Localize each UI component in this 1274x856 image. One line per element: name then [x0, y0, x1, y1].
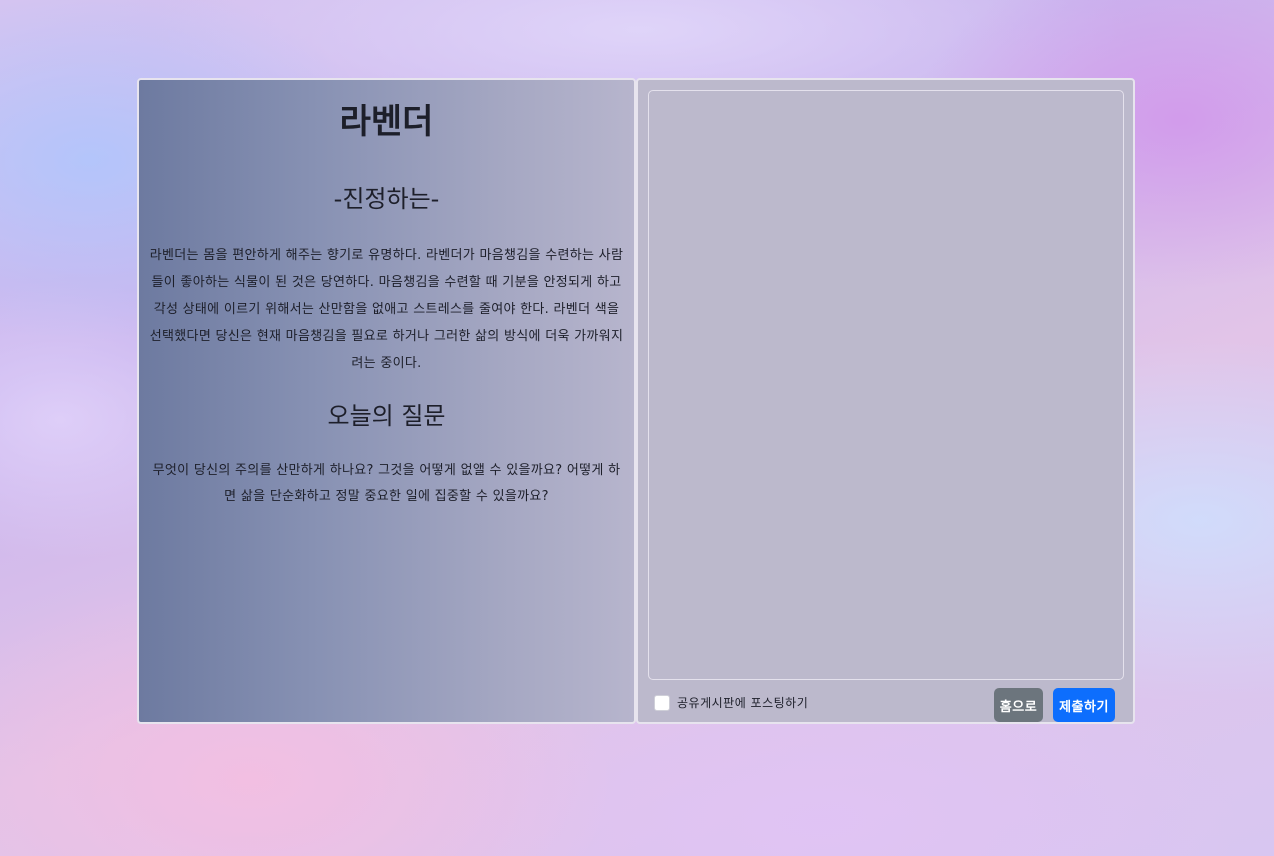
question-text: 무엇이 당신의 주의를 산만하게 하나요? 그것을 어떻게 없앨 수 있을까요?…	[152, 463, 621, 504]
color-subtitle: -진정하는-	[333, 185, 440, 213]
home-button[interactable]: 홈으로	[994, 688, 1043, 722]
color-title: 라벤더	[339, 102, 434, 142]
answer-form: 공유게시판에 포스팅하기 홈으로 제출하기	[636, 78, 1135, 724]
question-heading: 오늘의 질문	[327, 402, 446, 430]
share-checkbox[interactable]	[654, 694, 670, 711]
share-option[interactable]: 공유게시판에 포스팅하기	[654, 694, 808, 711]
share-label: 공유게시판에 포스팅하기	[677, 696, 809, 710]
page-background: { "card": { "title": "라벤더", "subtitle": …	[0, 0, 1274, 856]
answer-textarea[interactable]	[648, 90, 1124, 680]
submit-button[interactable]: 제출하기	[1053, 688, 1115, 722]
color-info-card: 라벤더 -진정하는- 라벤더는 몸을 편안하게 해주는 향기로 유명하다. 라벤…	[137, 78, 636, 724]
color-description: 라벤더는 몸을 편안하게 해주는 향기로 유명하다. 라벤더가 마음챙김을 수련…	[149, 248, 624, 371]
